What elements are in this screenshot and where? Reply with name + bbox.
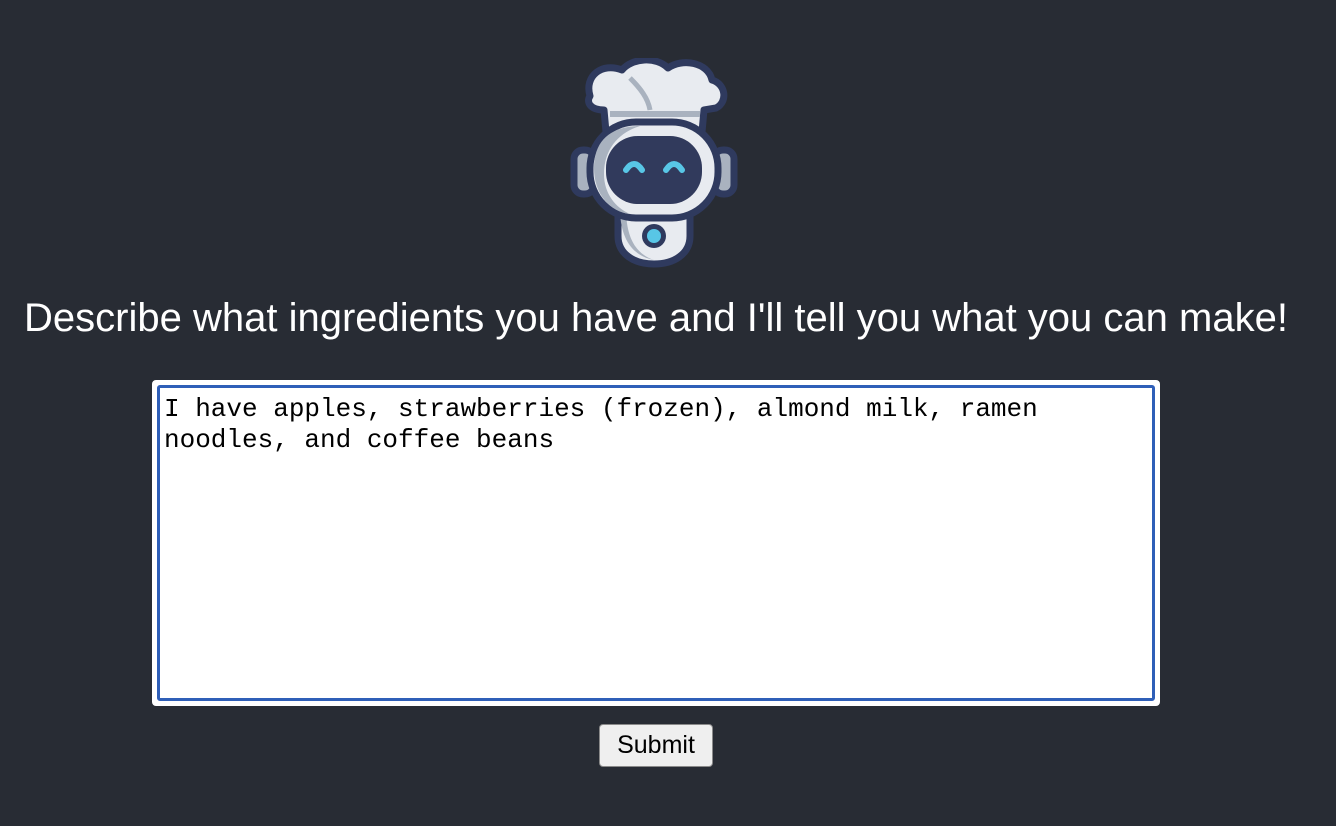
chef-robot-icon bbox=[570, 58, 738, 268]
page-heading: Describe what ingredients you have and I… bbox=[24, 296, 1288, 340]
ingredients-input[interactable]: I have apples, strawberries (frozen), al… bbox=[157, 385, 1155, 701]
ingredients-field[interactable]: I have apples, strawberries (frozen), al… bbox=[152, 380, 1160, 706]
page: Describe what ingredients you have and I… bbox=[0, 0, 1336, 826]
submit-button[interactable]: Submit bbox=[599, 724, 713, 767]
